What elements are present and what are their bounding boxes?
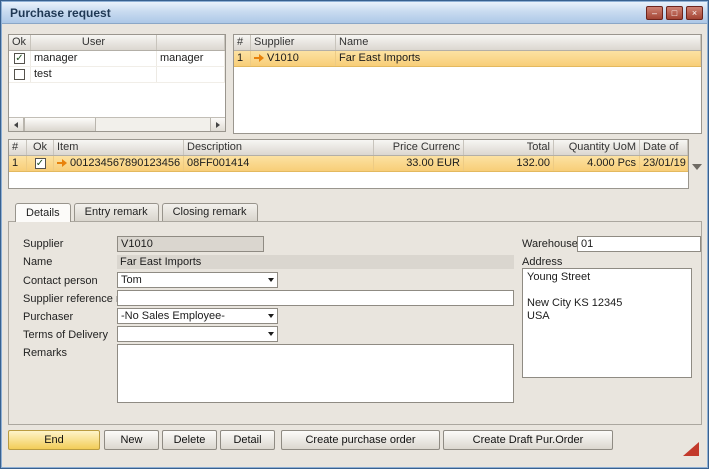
warehouse-input[interactable] bbox=[577, 236, 701, 252]
user-extra-cell[interactable] bbox=[157, 67, 225, 82]
item-quantity-cell[interactable]: 4.000 Pcs bbox=[554, 156, 640, 171]
maximize-icon[interactable]: □ bbox=[666, 6, 683, 20]
create-draft-pur-order-button[interactable]: Create Draft Pur.Order bbox=[443, 430, 613, 450]
link-arrow-icon[interactable] bbox=[254, 54, 264, 62]
horizontal-scrollbar[interactable] bbox=[9, 117, 225, 131]
items-col-ok[interactable]: Ok bbox=[27, 140, 54, 155]
items-table-header: # Ok Item Description Price Currenc Tota… bbox=[9, 140, 688, 156]
item-date-cell[interactable]: 23/01/19 bbox=[640, 156, 688, 171]
table-row[interactable]: test bbox=[9, 67, 225, 83]
end-button[interactable]: End bbox=[8, 430, 100, 450]
tab-closing-remark[interactable]: Closing remark bbox=[162, 203, 258, 221]
items-col-price[interactable]: Price Currenc bbox=[374, 140, 464, 155]
window-controls: – □ × bbox=[643, 6, 703, 20]
purchaser-label: Purchaser bbox=[23, 311, 73, 324]
users-col-user[interactable]: User bbox=[31, 35, 157, 50]
suppliers-col-name[interactable]: Name bbox=[336, 35, 701, 50]
supplier-label: Supplier bbox=[23, 238, 63, 251]
user-ok-checkbox[interactable]: ✓ bbox=[9, 51, 31, 66]
new-button[interactable]: New bbox=[104, 430, 159, 450]
scroll-left-icon[interactable] bbox=[9, 118, 24, 131]
create-purchase-order-button[interactable]: Create purchase order bbox=[281, 430, 440, 450]
titlebar: Purchase request – □ × bbox=[2, 2, 707, 24]
delete-button[interactable]: Delete bbox=[162, 430, 217, 450]
supplier-name-cell[interactable]: Far East Imports bbox=[336, 51, 701, 66]
suppliers-col-num[interactable]: # bbox=[234, 35, 251, 50]
detail-tabs: Details Entry remark Closing remark bbox=[15, 202, 261, 221]
window-title: Purchase request bbox=[10, 6, 643, 20]
item-row-num[interactable]: 1 bbox=[9, 156, 27, 171]
checkbox-unchecked[interactable] bbox=[14, 69, 25, 80]
supplier-code-cell[interactable]: V1010 bbox=[251, 51, 336, 66]
suppliers-table: # Supplier Name 1 V1010 Far East Imports bbox=[233, 34, 702, 134]
scroll-right-icon[interactable] bbox=[210, 118, 225, 131]
items-col-num[interactable]: # bbox=[9, 140, 27, 155]
table-row[interactable]: ✓ manager manager bbox=[9, 51, 225, 67]
remarks-label: Remarks bbox=[23, 347, 67, 360]
button-bar: End New Delete Detail Create purchase or… bbox=[8, 430, 613, 450]
item-total-cell[interactable]: 132.00 bbox=[464, 156, 554, 171]
name-field: Far East Imports bbox=[117, 255, 514, 269]
name-label: Name bbox=[23, 256, 52, 269]
contact-person-label: Contact person bbox=[23, 275, 98, 288]
close-icon[interactable]: × bbox=[686, 6, 703, 20]
user-name-cell[interactable]: test bbox=[31, 67, 157, 82]
table-row[interactable]: 1 V1010 Far East Imports bbox=[234, 51, 701, 67]
users-table: Ok User ✓ manager manager test bbox=[8, 34, 226, 132]
users-col-extra[interactable] bbox=[157, 35, 225, 50]
check-icon[interactable]: ✓ bbox=[35, 158, 46, 169]
chevron-down-icon bbox=[268, 278, 274, 282]
remarks-textarea[interactable] bbox=[117, 344, 514, 403]
tab-details[interactable]: Details bbox=[15, 203, 71, 222]
item-code-cell[interactable]: 001234567890123456 bbox=[54, 156, 184, 171]
purchaser-select[interactable]: -No Sales Employee- bbox=[117, 308, 278, 324]
tab-entry-remark[interactable]: Entry remark bbox=[74, 203, 159, 221]
item-price-cell[interactable]: 33.00 EUR bbox=[374, 156, 464, 171]
users-table-header: Ok User bbox=[9, 35, 225, 51]
items-col-date[interactable]: Date of bbox=[640, 140, 688, 155]
items-col-total[interactable]: Total bbox=[464, 140, 554, 155]
suppliers-col-supplier[interactable]: Supplier bbox=[251, 35, 336, 50]
detail-button[interactable]: Detail bbox=[220, 430, 275, 450]
scrollbar-thumb[interactable] bbox=[24, 118, 96, 131]
terms-of-delivery-label: Terms of Delivery bbox=[23, 329, 108, 342]
scroll-down-icon[interactable] bbox=[692, 164, 702, 170]
item-ok-checkbox[interactable]: ✓ bbox=[27, 156, 54, 171]
contact-person-select[interactable]: Tom bbox=[117, 272, 278, 288]
items-col-item[interactable]: Item bbox=[54, 140, 184, 155]
supplier-reference-input[interactable] bbox=[117, 290, 514, 306]
details-form: Supplier V1010 Name Far East Imports Con… bbox=[8, 221, 702, 425]
chevron-down-icon bbox=[268, 332, 274, 336]
user-name-cell[interactable]: manager bbox=[31, 51, 157, 66]
link-arrow-icon[interactable] bbox=[57, 159, 67, 167]
user-ok-checkbox[interactable] bbox=[9, 67, 31, 82]
terms-of-delivery-select[interactable] bbox=[117, 326, 278, 342]
items-col-description[interactable]: Description bbox=[184, 140, 374, 155]
address-textarea[interactable]: Young Street New City KS 12345 USA bbox=[522, 268, 692, 378]
chevron-down-icon bbox=[268, 314, 274, 318]
red-corner-arrow-icon[interactable] bbox=[683, 442, 699, 456]
users-col-ok[interactable]: Ok bbox=[9, 35, 31, 50]
supplier-reference-label: Supplier reference nu bbox=[23, 293, 128, 306]
items-col-quantity[interactable]: Quantity UoM bbox=[554, 140, 640, 155]
purchase-request-window: Purchase request – □ × Ok User ✓ manager… bbox=[0, 0, 709, 469]
supplier-field[interactable]: V1010 bbox=[117, 236, 264, 252]
item-description-cell[interactable]: 08FF001414 bbox=[184, 156, 374, 171]
items-table: # Ok Item Description Price Currenc Tota… bbox=[8, 139, 689, 189]
table-row[interactable]: 1 ✓ 001234567890123456 08FF001414 33.00 … bbox=[9, 156, 688, 172]
supplier-row-num[interactable]: 1 bbox=[234, 51, 251, 66]
warehouse-label: Warehouse bbox=[522, 238, 578, 251]
minimize-icon[interactable]: – bbox=[646, 6, 663, 20]
user-extra-cell[interactable]: manager bbox=[157, 51, 225, 66]
suppliers-table-header: # Supplier Name bbox=[234, 35, 701, 51]
check-icon[interactable]: ✓ bbox=[14, 53, 25, 64]
